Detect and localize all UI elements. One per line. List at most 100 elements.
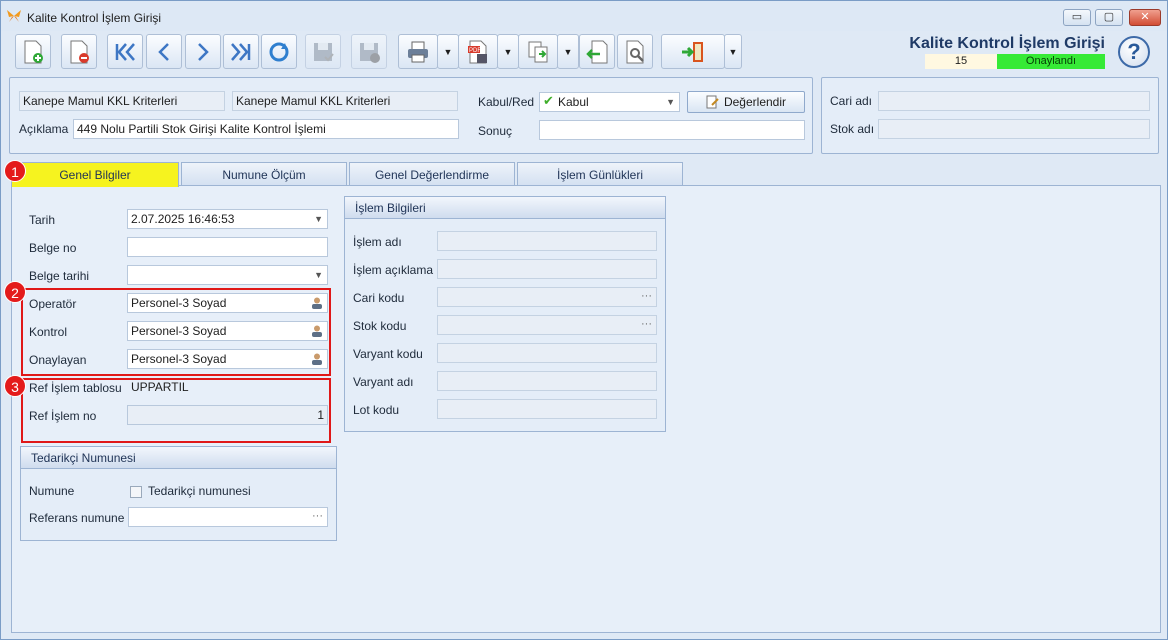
stok-kodu-field: ··· (437, 315, 657, 335)
tab-islem-gunlukleri[interactable]: İşlem Günlükleri (517, 162, 683, 186)
last-record-icon (231, 42, 251, 61)
title-bar: Kalite Kontrol İşlem Girişi ▭ ▢ ✕ (1, 1, 1167, 31)
kabul-red-select[interactable]: ✔ Kabul ▼ (539, 92, 680, 112)
ellipsis-icon[interactable]: ··· (641, 288, 652, 305)
first-record-button[interactable] (107, 34, 143, 69)
close-button[interactable]: ✕ (1129, 9, 1161, 26)
exit-dropdown[interactable]: ▼ (724, 34, 742, 69)
save-button[interactable] (305, 34, 341, 69)
main-window: Kalite Kontrol İşlem Girişi ▭ ▢ ✕ ▼ PDF … (0, 0, 1168, 640)
last-record-button[interactable] (223, 34, 259, 69)
referans-input[interactable]: ··· (128, 507, 328, 527)
window-title: Kalite Kontrol İşlem Girişi (27, 11, 162, 25)
status-badge: Onaylandı (997, 54, 1105, 69)
step-badge-2: 2 (4, 281, 26, 303)
tarih-label: Tarih (29, 213, 56, 227)
islem-aciklama-field (437, 259, 657, 279)
chevron-down-icon: ▼ (314, 214, 323, 224)
islem-adi-label: İşlem adı (353, 235, 402, 249)
criteria-field-1: Kanepe Mamul KKL Kriterleri (19, 91, 225, 111)
print-icon (408, 41, 428, 62)
butterfly-app-icon (7, 10, 21, 22)
cari-kodu-field: ··· (437, 287, 657, 307)
belge-tarihi-input[interactable]: ▼ (127, 265, 328, 285)
step-badge-3: 3 (4, 375, 26, 397)
supplier-group-title: Tedarikçi Numunesi (21, 447, 336, 469)
kabul-red-value: Kabul (558, 95, 589, 109)
evaluate-icon (706, 95, 719, 109)
tab-genel-bilgiler[interactable]: Genel Bilgiler (11, 162, 179, 187)
cari-kodu-label: Cari kodu (353, 291, 405, 305)
delete-document-icon (70, 40, 89, 63)
varyant-kodu-label: Varyant kodu (353, 347, 423, 361)
exit-button[interactable] (661, 34, 725, 69)
copy-button[interactable] (518, 34, 558, 69)
islem-aciklama-label: İşlem açıklama (353, 263, 434, 277)
copy-icon (528, 41, 548, 62)
exit-door-icon (682, 41, 703, 62)
belge-no-label: Belge no (29, 241, 77, 255)
document-settings-icon (626, 40, 644, 63)
stok-adi-field (878, 119, 1150, 139)
islem-group-title: İşlem Bilgileri (345, 197, 665, 219)
tab-content: Tarih 2.07.2025 16:46:53 ▼ Belge no Belge… (11, 185, 1161, 633)
next-record-button[interactable] (185, 34, 221, 69)
kabul-red-label: Kabul/Red (478, 95, 535, 109)
ellipsis-icon[interactable]: ··· (641, 316, 652, 333)
numune-label: Numune (29, 484, 75, 498)
new-button[interactable] (15, 34, 51, 69)
document-settings-button[interactable] (617, 34, 653, 69)
new-document-icon (24, 40, 43, 63)
import-button[interactable] (579, 34, 615, 69)
tedarikci-checkbox[interactable] (130, 486, 142, 498)
tarih-value: 2.07.2025 16:46:53 (131, 212, 235, 226)
ellipsis-icon[interactable]: ··· (312, 508, 323, 525)
cancel-save-button[interactable] (351, 34, 387, 69)
refresh-button[interactable] (261, 34, 297, 69)
referans-label: Referans numune (29, 511, 125, 525)
lot-kodu-field (437, 399, 657, 419)
varyant-adi-label: Varyant adı (353, 375, 414, 389)
help-button[interactable]: ? (1118, 36, 1150, 68)
lot-kodu-label: Lot kodu (353, 403, 400, 417)
import-icon (586, 40, 608, 63)
svg-text:PDF: PDF (469, 48, 481, 54)
cari-adi-label: Cari adı (830, 94, 873, 108)
criteria-field-2: Kanepe Mamul KKL Kriterleri (232, 91, 458, 111)
chevron-down-icon: ▼ (314, 270, 323, 280)
tab-numune-olcum[interactable]: Numune Ölçüm (181, 162, 347, 186)
maximize-button[interactable]: ▢ (1095, 9, 1123, 26)
aciklama-input[interactable]: 449 Nolu Partili Stok Girişi Kalite Kont… (73, 119, 459, 139)
header-panel: Kanepe Mamul KKL Kriterleri Kanepe Mamul… (9, 77, 813, 154)
degerlendir-button[interactable]: Değerlendir (687, 91, 805, 113)
pdf-export-icon: PDF (468, 40, 487, 63)
tarih-input[interactable]: 2.07.2025 16:46:53 ▼ (127, 209, 328, 229)
highlight-box-2 (21, 288, 331, 376)
step-badge-1: 1 (4, 160, 26, 182)
next-record-icon (198, 42, 209, 61)
pdf-dropdown[interactable]: ▼ (497, 34, 519, 69)
varyant-kodu-field (437, 343, 657, 363)
copy-dropdown[interactable]: ▼ (557, 34, 579, 69)
islem-adi-field (437, 231, 657, 251)
degerlendir-label: Değerlendir (723, 95, 787, 109)
tab-genel-degerlendirme[interactable]: Genel Değerlendirme (349, 162, 515, 186)
pdf-export-button[interactable]: PDF (458, 34, 498, 69)
first-record-icon (115, 42, 135, 61)
belge-tarihi-label: Belge tarihi (29, 269, 90, 283)
print-dropdown[interactable]: ▼ (437, 34, 459, 69)
check-icon: ✔ (543, 93, 554, 108)
cari-adi-field (878, 91, 1150, 111)
varyant-adi-field (437, 371, 657, 391)
previous-record-button[interactable] (146, 34, 182, 69)
save-icon (314, 42, 334, 61)
sonuc-input[interactable] (539, 120, 805, 140)
belge-no-input[interactable] (127, 237, 328, 257)
minimize-button[interactable]: ▭ (1063, 9, 1091, 26)
cancel-save-icon (360, 42, 380, 63)
delete-button[interactable] (61, 34, 97, 69)
record-number: 15 (925, 54, 997, 69)
sonuc-label: Sonuç (478, 124, 513, 138)
form-title: Kalite Kontrol İşlem Girişi (909, 35, 1105, 52)
print-button[interactable] (398, 34, 438, 69)
